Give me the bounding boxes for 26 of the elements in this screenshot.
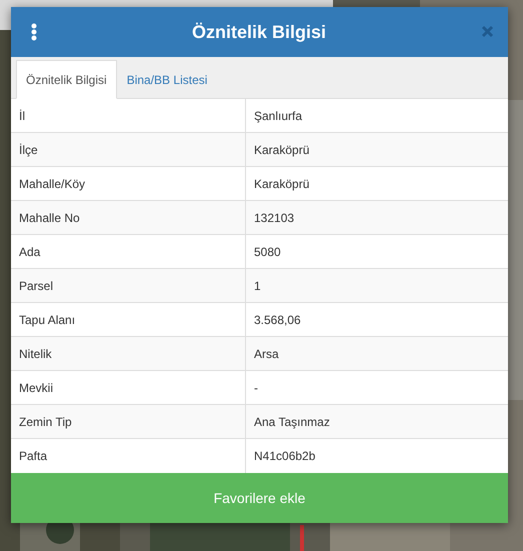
- table-cell: Nitelik: [11, 337, 246, 370]
- table-cell-text: 1: [253, 278, 262, 294]
- table-cell-text: Karaköprü: [253, 142, 310, 158]
- table-cell: Zemin Tip: [11, 405, 246, 438]
- table-cell: Mahalle/Köy: [11, 167, 246, 200]
- table-cell-text: Arsa: [253, 346, 280, 362]
- table-cell-text: Şanlıurfa: [253, 108, 304, 124]
- menu-icon[interactable]: [31, 23, 37, 41]
- table-cell: İlçe: [11, 133, 246, 166]
- table-cell: Ada: [11, 235, 246, 268]
- table-cell: Parsel: [11, 269, 246, 302]
- table-cell-text: 5080: [253, 244, 282, 260]
- table-cell-text: 132103: [253, 210, 296, 226]
- table-cell-text: Ana Taşınmaz: [253, 414, 331, 430]
- table-cell: Tapu Alanı: [11, 303, 246, 336]
- dialog-title: Öznitelik Bilgisi: [192, 22, 326, 42]
- table-cell-text: N41c06b2b: [253, 448, 316, 465]
- table-cell: Mevkii: [11, 371, 246, 404]
- table-cell-text: 3.568,06: [253, 312, 302, 328]
- tab[interactable]: Öznitelik Bilgisi: [16, 60, 117, 99]
- table-cell-text: Karaköprü: [253, 176, 310, 192]
- table-cell: İl: [11, 99, 246, 132]
- table-cell: Mahalle No: [11, 201, 246, 234]
- tab[interactable]: Bina/BB Listesi: [116, 60, 218, 99]
- table-cell-text: -: [253, 380, 259, 396]
- add-favorites-button[interactable]: Favorilere ekle: [11, 473, 508, 523]
